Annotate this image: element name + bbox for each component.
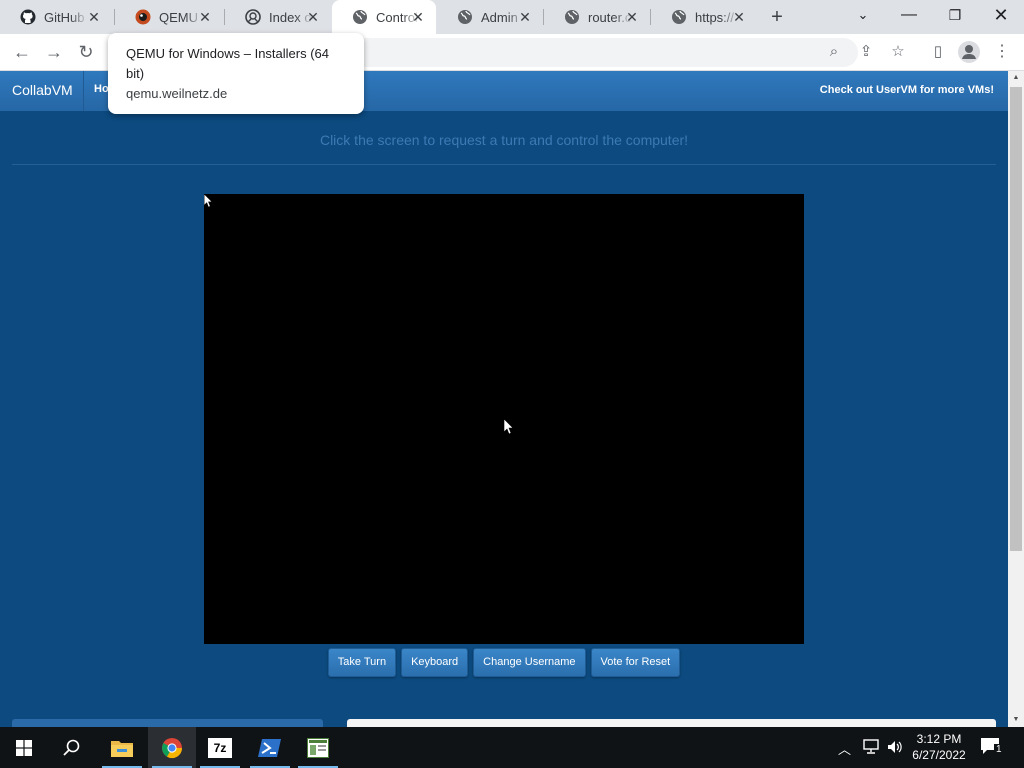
tab-title: GitHub: [44, 9, 85, 25]
tab-admin[interactable]: Admin ✕: [437, 0, 543, 34]
scroll-down-icon[interactable]: ▼: [1008, 713, 1024, 727]
clock-date: 6/27/2022: [912, 748, 966, 762]
tab-hover-tooltip: QEMU for Windows – Installers (64 bit) q…: [108, 33, 364, 114]
uservm-link[interactable]: Check out UserVM for more VMs!: [820, 84, 994, 96]
search-button[interactable]: [48, 727, 96, 768]
tooltip-title: QEMU for Windows – Installers (64 bit): [126, 46, 330, 81]
bookmark-star-icon[interactable]: ☆: [888, 42, 908, 62]
keyboard-button[interactable]: Keyboard: [401, 648, 469, 677]
globe-icon: [353, 10, 367, 24]
vm-controls: Take Turn Keyboard Change Username Vote …: [0, 648, 1008, 677]
index-icon: [245, 9, 261, 25]
close-icon[interactable]: ✕: [624, 9, 640, 25]
navbar-divider: [83, 71, 84, 111]
side-panel-icon[interactable]: ▯: [928, 42, 948, 62]
close-icon[interactable]: ✕: [86, 9, 102, 25]
close-icon[interactable]: ✕: [305, 9, 321, 25]
share-icon[interactable]: ⇪: [856, 42, 876, 62]
nav-home-link[interactable]: Ho: [94, 83, 109, 95]
chat-panel: [347, 719, 996, 727]
zoom-icon[interactable]: ⌕: [824, 42, 844, 62]
page-scrollbar[interactable]: ▲ ▼: [1008, 71, 1024, 727]
tooltip-url: qemu.weilnetz.de: [126, 86, 228, 101]
back-button[interactable]: ←: [10, 40, 34, 64]
taskbar-7zip[interactable]: 7z: [196, 727, 244, 768]
close-icon[interactable]: ✕: [410, 9, 426, 25]
new-tab-button[interactable]: +: [766, 6, 788, 28]
users-panel: [12, 719, 323, 727]
host-cursor-icon: [204, 194, 213, 208]
chrome-icon: [162, 737, 183, 758]
windows-taskbar: 7z ︿ 3:12 PM 6/27/2022 1: [0, 727, 1024, 768]
close-icon[interactable]: ✕: [517, 9, 533, 25]
forward-button[interactable]: →: [42, 40, 66, 64]
search-icon: [63, 739, 80, 756]
taskbar-file-explorer[interactable]: [98, 727, 146, 768]
volume-icon[interactable]: [886, 739, 904, 758]
vm-display[interactable]: [204, 194, 804, 644]
taskbar-powershell[interactable]: [246, 727, 294, 768]
menu-icon[interactable]: ⋮: [992, 42, 1012, 62]
scroll-thumb[interactable]: [1010, 87, 1022, 551]
tab-index[interactable]: Index of ✕: [225, 0, 331, 34]
file-explorer-icon: [111, 740, 133, 757]
close-icon[interactable]: ✕: [197, 9, 213, 25]
minimize-button[interactable]: —: [886, 0, 932, 32]
globe-icon: [458, 10, 472, 24]
close-icon[interactable]: ✕: [731, 9, 747, 25]
divider: [12, 164, 996, 165]
tab-router[interactable]: router.c ✕: [544, 0, 650, 34]
app-icon: [307, 737, 329, 758]
vote-reset-button[interactable]: Vote for Reset: [590, 648, 681, 677]
change-username-button[interactable]: Change Username: [473, 648, 586, 677]
notification-count: 1: [994, 744, 1004, 755]
restore-button[interactable]: ❐: [932, 0, 978, 32]
profile-avatar-icon[interactable]: [958, 41, 980, 63]
taskbar-chrome[interactable]: [148, 727, 196, 768]
windows-icon: [16, 739, 32, 756]
tab-strip: GitHub ✕ QEMU f ✕ Index of ✕ Control ✕ A…: [0, 0, 1024, 34]
powershell-icon: [258, 738, 281, 757]
reload-button[interactable]: ↻: [74, 40, 98, 64]
tab-github[interactable]: GitHub ✕: [0, 0, 112, 34]
network-icon[interactable]: [862, 739, 880, 758]
close-window-button[interactable]: ✕: [978, 0, 1024, 32]
scroll-up-icon[interactable]: ▲: [1008, 71, 1024, 85]
take-turn-button[interactable]: Take Turn: [327, 648, 397, 677]
tab-https[interactable]: https:// ✕: [651, 0, 757, 34]
system-clock[interactable]: 3:12 PM 6/27/2022: [904, 731, 974, 763]
github-icon: [20, 9, 36, 25]
qemu-icon: [135, 9, 151, 25]
tab-search-icon[interactable]: ⌄: [840, 0, 886, 32]
clock-time: 3:12 PM: [916, 732, 962, 746]
show-hidden-icons[interactable]: ︿: [838, 739, 851, 758]
notification-center-button[interactable]: 1: [980, 737, 1004, 759]
globe-icon: [565, 10, 579, 24]
tab-qemu[interactable]: QEMU f ✕: [115, 0, 223, 34]
vm-cursor-icon: [504, 419, 514, 435]
page-content: Click the screen to request a turn and c…: [0, 111, 1008, 727]
tab-control[interactable]: Control ✕: [332, 0, 436, 34]
taskbar-app[interactable]: [294, 727, 342, 768]
start-button[interactable]: [0, 727, 48, 768]
site-brand[interactable]: CollabVM: [12, 82, 73, 98]
turn-instruction: Click the screen to request a turn and c…: [319, 132, 689, 148]
7zip-icon: 7z: [208, 737, 232, 758]
globe-icon: [672, 10, 686, 24]
